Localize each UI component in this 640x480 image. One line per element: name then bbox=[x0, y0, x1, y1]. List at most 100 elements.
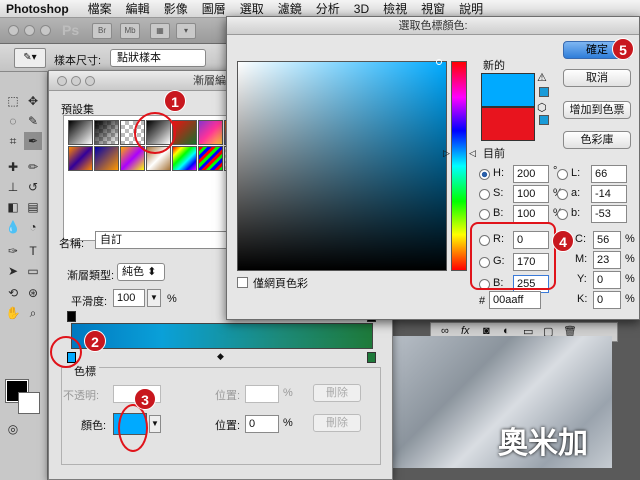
preset-swatch[interactable] bbox=[198, 120, 223, 145]
move-tool-icon[interactable]: ✥ bbox=[24, 92, 42, 110]
menu-filter[interactable]: 濾鏡 bbox=[271, 0, 309, 17]
history-brush-icon[interactable]: ↺ bbox=[24, 178, 42, 196]
magenta-input[interactable]: 23 bbox=[593, 251, 621, 269]
color-field[interactable] bbox=[237, 61, 447, 271]
preset-swatch[interactable] bbox=[94, 146, 119, 171]
b-channel-input[interactable]: -53 bbox=[591, 205, 627, 223]
healing-tool-icon[interactable]: ✚ bbox=[4, 158, 22, 176]
color-location-input[interactable]: 0 bbox=[245, 415, 279, 433]
quick-select-tool-icon[interactable]: ✎ bbox=[24, 112, 42, 130]
close-window-button[interactable] bbox=[8, 25, 19, 36]
shape-tool-icon[interactable]: ▭ bbox=[24, 262, 42, 280]
black-input[interactable]: 0 bbox=[593, 291, 621, 309]
menu-image[interactable]: 影像 bbox=[157, 0, 195, 17]
lasso-tool-icon[interactable]: ◌ bbox=[4, 112, 22, 130]
chevron-down-icon[interactable]: ▼ bbox=[147, 289, 161, 307]
minimize-dialog-button[interactable] bbox=[71, 76, 81, 86]
gradient-type-select[interactable]: 純色 ⬍ bbox=[117, 263, 165, 281]
stops-label: 色標 bbox=[71, 363, 99, 379]
hue-radio[interactable] bbox=[479, 169, 490, 180]
3d-orbit-tool-icon[interactable]: ⊛ bbox=[24, 284, 42, 302]
menu-view[interactable]: 檢視 bbox=[376, 0, 414, 17]
gradient-preview-bar[interactable] bbox=[71, 323, 373, 349]
gradient-name-input[interactable]: 自訂 bbox=[95, 231, 229, 249]
menu-help[interactable]: 說明 bbox=[452, 0, 490, 17]
hand-tool-icon[interactable]: ✋ bbox=[4, 304, 22, 322]
b-channel-radio[interactable] bbox=[557, 209, 568, 220]
hue-slider[interactable] bbox=[451, 61, 467, 271]
menu-3d[interactable]: 3D bbox=[347, 2, 376, 16]
hex-input[interactable]: 00aaff bbox=[489, 291, 541, 309]
current-color-swatch[interactable] bbox=[481, 107, 535, 141]
gradient-tool-icon[interactable]: ▤ bbox=[24, 198, 42, 216]
minimize-window-button[interactable] bbox=[24, 25, 35, 36]
path-select-tool-icon[interactable]: ➤ bbox=[4, 262, 22, 280]
lightness-radio[interactable] bbox=[557, 169, 568, 180]
preset-swatch[interactable] bbox=[68, 120, 93, 145]
add-to-swatches-button[interactable]: 增加到色票 bbox=[563, 101, 631, 119]
menu-analysis[interactable]: 分析 bbox=[309, 0, 347, 17]
a-channel-input[interactable]: -14 bbox=[591, 185, 627, 203]
preset-swatch[interactable] bbox=[94, 120, 119, 145]
zoom-window-button[interactable] bbox=[40, 25, 51, 36]
sample-size-select[interactable]: 點狀樣本 bbox=[110, 49, 206, 67]
color-libraries-button[interactable]: 色彩庫 bbox=[563, 131, 631, 149]
arrange-button[interactable]: ▦ bbox=[150, 23, 170, 39]
gamut-warning-icon[interactable]: ⚠ bbox=[537, 71, 547, 84]
cyan-input[interactable]: 56 bbox=[593, 231, 621, 249]
cancel-button[interactable]: 取消 bbox=[563, 69, 631, 87]
web-safe-color-chip[interactable] bbox=[539, 115, 549, 125]
zoom-level-button[interactable]: ▾ bbox=[176, 23, 196, 39]
color-field-marker[interactable] bbox=[436, 59, 442, 65]
stamp-tool-icon[interactable]: ⊥ bbox=[4, 178, 22, 196]
zoom-tool-icon[interactable]: ⌕ bbox=[24, 304, 42, 322]
preset-swatch[interactable] bbox=[172, 146, 197, 171]
quick-mask-icon[interactable]: ◎ bbox=[4, 420, 22, 438]
a-channel-radio[interactable] bbox=[557, 189, 568, 200]
background-color-swatch[interactable] bbox=[18, 392, 40, 414]
midpoint-diamond-icon[interactable]: ◆ bbox=[217, 351, 224, 362]
menu-select[interactable]: 選取 bbox=[233, 0, 271, 17]
eraser-tool-icon[interactable]: ◧ bbox=[4, 198, 22, 216]
web-only-checkbox[interactable] bbox=[237, 277, 248, 288]
menu-layer[interactable]: 圖層 bbox=[195, 0, 233, 17]
menu-window[interactable]: 視窗 bbox=[414, 0, 452, 17]
close-dialog-button[interactable] bbox=[57, 76, 67, 86]
color-stop-right[interactable] bbox=[367, 352, 376, 363]
marquee-tool-icon[interactable]: ⬚ bbox=[4, 92, 22, 110]
web-safe-cube-icon[interactable]: ⬡ bbox=[537, 101, 547, 114]
pen-tool-icon[interactable]: ✑ bbox=[4, 242, 22, 260]
menu-edit[interactable]: 編輯 bbox=[119, 0, 157, 17]
brightness-input[interactable]: 100 bbox=[513, 205, 549, 223]
preset-swatch[interactable] bbox=[198, 146, 223, 171]
eyedropper-preset-icon[interactable]: ✎▾ bbox=[14, 48, 46, 68]
preset-swatch[interactable] bbox=[120, 146, 145, 171]
lightness-input[interactable]: 66 bbox=[591, 165, 627, 183]
blur-tool-icon[interactable]: 💧 bbox=[4, 218, 22, 236]
zoom-dialog-button[interactable] bbox=[85, 76, 95, 86]
dodge-tool-icon[interactable]: ◔ bbox=[24, 218, 42, 236]
callout-number-4: 4 bbox=[552, 230, 574, 252]
callout-box-4 bbox=[470, 222, 556, 290]
eyedropper-tool-icon[interactable]: ✒ bbox=[24, 132, 42, 150]
brightness-radio[interactable] bbox=[479, 209, 490, 220]
smoothness-input[interactable]: 100 bbox=[113, 289, 145, 307]
hue-slider-right-arrow-icon[interactable]: ◁ bbox=[469, 148, 476, 159]
saturation-radio[interactable] bbox=[479, 189, 490, 200]
opacity-stop-left[interactable] bbox=[67, 311, 76, 322]
menu-file[interactable]: 檔案 bbox=[81, 0, 119, 17]
mini-bridge-button[interactable]: Mb bbox=[120, 23, 140, 39]
bridge-button[interactable]: Br bbox=[92, 23, 112, 39]
chevron-down-icon[interactable]: ▼ bbox=[149, 415, 161, 433]
yellow-input[interactable]: 0 bbox=[593, 271, 621, 289]
app-name-menu[interactable]: Photoshop bbox=[0, 2, 81, 16]
gamut-color-chip[interactable] bbox=[539, 87, 549, 97]
hue-slider-left-arrow-icon[interactable]: ▷ bbox=[443, 148, 450, 159]
brush-tool-icon[interactable]: ✏ bbox=[24, 158, 42, 176]
crop-tool-icon[interactable]: ⌗ bbox=[4, 132, 22, 150]
type-tool-icon[interactable]: T bbox=[24, 242, 42, 260]
saturation-input[interactable]: 100 bbox=[513, 185, 549, 203]
hue-input[interactable]: 200 bbox=[513, 165, 549, 183]
3d-rotate-tool-icon[interactable]: ⟲ bbox=[4, 284, 22, 302]
preset-swatch[interactable] bbox=[68, 146, 93, 171]
